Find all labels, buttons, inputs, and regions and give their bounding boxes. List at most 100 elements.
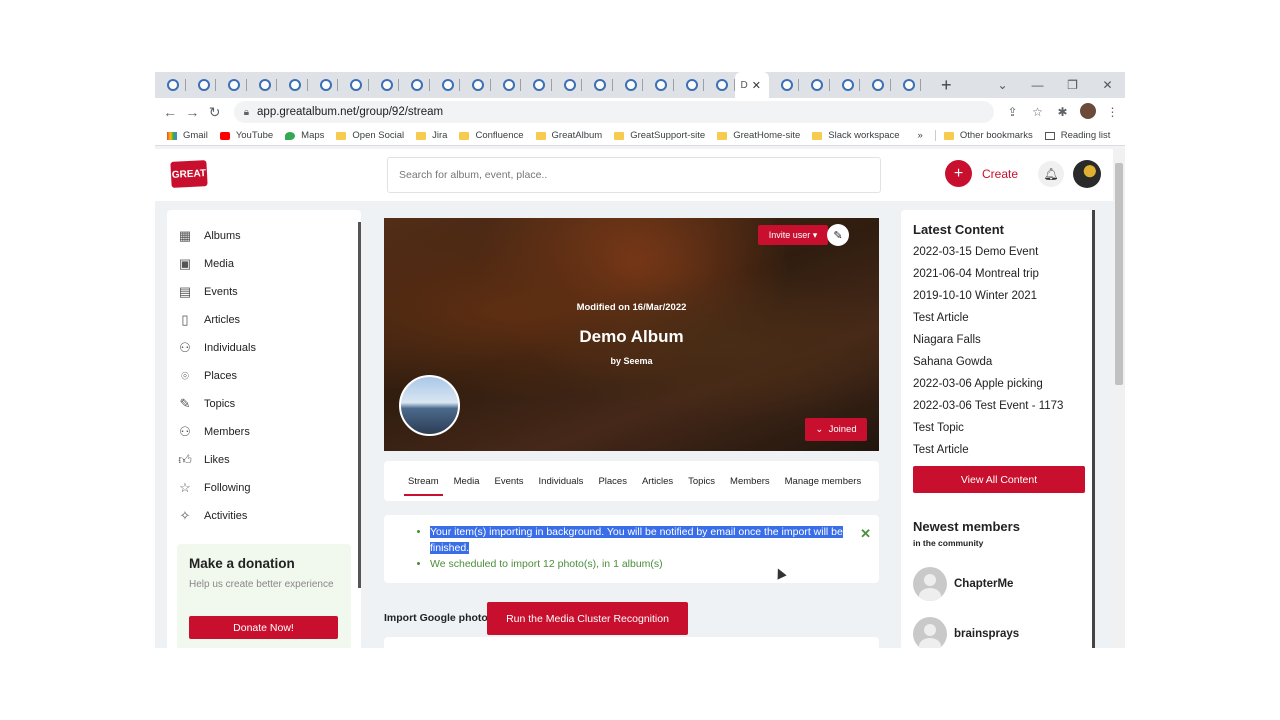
restore-icon[interactable]: ❐ (1055, 78, 1090, 92)
bookmark-open-social[interactable]: Open Social (336, 130, 404, 141)
bookmark-maps[interactable]: Maps (285, 130, 324, 141)
bookmark-star-icon[interactable]: ☆ (1025, 105, 1050, 119)
bookmark-greatalbum[interactable]: GreatAlbum (535, 130, 602, 141)
view-all-content-button[interactable]: View All Content (913, 466, 1085, 493)
page-scrollbar[interactable] (1113, 149, 1125, 648)
browser-tab-active[interactable]: D ✕ (734, 72, 769, 98)
tab-individuals[interactable]: Individuals (539, 476, 584, 487)
sidebar-item-articles[interactable]: ▯ Articles (177, 310, 240, 330)
latest-item[interactable]: 2019-10-10 Winter 2021 (913, 290, 1037, 302)
browser-tab[interactable] (643, 72, 674, 98)
browser-tab[interactable] (891, 72, 921, 98)
minimize-icon[interactable]: — (1020, 78, 1055, 92)
bookmark-youtube[interactable]: YouTube (219, 130, 273, 141)
tab-manage-members[interactable]: Manage members (785, 476, 862, 487)
browser-tab[interactable] (399, 72, 430, 98)
sidebar-item-events[interactable]: ▤ Events (177, 282, 238, 302)
member-item[interactable]: brainsprays (913, 617, 1019, 648)
browser-tab[interactable] (799, 72, 830, 98)
bookmark-confluence[interactable]: Confluence (459, 130, 524, 141)
tab-places[interactable]: Places (598, 476, 627, 487)
sidebar-item-members[interactable]: ⚇ Members (177, 422, 250, 442)
browser-tab[interactable] (860, 72, 891, 98)
browser-tab[interactable] (338, 72, 369, 98)
bookmark-gmail[interactable]: Gmail (167, 130, 208, 141)
sidebar-scrollbar[interactable] (358, 222, 361, 588)
run-cluster-recognition-button[interactable]: Run the Media Cluster Recognition (487, 602, 688, 635)
menu-icon[interactable]: ⋮ (1100, 105, 1125, 119)
forward-icon[interactable]: → (181, 104, 203, 120)
browser-tab[interactable] (552, 72, 582, 98)
browser-tab[interactable] (460, 72, 491, 98)
latest-item[interactable]: 2022-03-15 Demo Event (913, 246, 1038, 258)
reload-icon[interactable]: ↻ (203, 104, 225, 121)
latest-item[interactable]: Sahana Gowda (913, 356, 992, 368)
tab-media[interactable]: Media (454, 476, 480, 487)
browser-tab[interactable] (491, 72, 521, 98)
tab-members[interactable]: Members (730, 476, 770, 487)
sidebar-item-media[interactable]: ▣ Media (177, 254, 234, 274)
url-field[interactable]: 🔒︎ app.greatalbum.net/group/92/stream (233, 101, 995, 123)
joined-button[interactable]: ⌄ Joined (805, 418, 867, 441)
new-tab-icon[interactable]: + (941, 75, 952, 96)
donate-button[interactable]: Donate Now! (189, 616, 338, 639)
right-sidebar-scrollbar[interactable] (1092, 210, 1095, 648)
tab-stream[interactable]: Stream (404, 476, 443, 496)
tab-articles[interactable]: Articles (642, 476, 673, 487)
latest-item[interactable]: Test Article (913, 312, 969, 324)
sidebar-item-likes[interactable]: 👍︎ Likes (177, 450, 229, 470)
bookmark-other[interactable]: Other bookmarks (934, 130, 1033, 141)
latest-item[interactable]: Test Topic (913, 422, 964, 434)
close-window-icon[interactable]: ✕ (1090, 78, 1125, 92)
sidebar-item-activities[interactable]: ✧ Activities (177, 506, 248, 526)
browser-tab[interactable] (277, 72, 308, 98)
close-tab-icon[interactable]: ✕ (752, 79, 761, 92)
notification-bell-icon[interactable]: 🔔︎ (1038, 161, 1064, 187)
bookmark-jira[interactable]: Jira (416, 130, 447, 141)
latest-item[interactable]: Test Article (913, 444, 969, 456)
browser-tab[interactable] (308, 72, 338, 98)
browser-tab[interactable] (369, 72, 399, 98)
sidebar-item-topics[interactable]: ✎ Topics (177, 394, 236, 414)
browser-tab[interactable] (186, 72, 216, 98)
browser-tab[interactable] (613, 72, 643, 98)
edit-pencil-icon[interactable]: ✎ (827, 224, 849, 246)
browser-tab[interactable] (430, 72, 460, 98)
bookmark-greatsupport[interactable]: GreatSupport-site (614, 130, 705, 141)
invite-user-button[interactable]: Invite user ▾ (758, 225, 828, 245)
site-logo[interactable]: GREAT (170, 160, 208, 188)
scrollbar-thumb[interactable] (1115, 163, 1123, 385)
back-icon[interactable]: ← (159, 104, 181, 120)
sidebar-item-following[interactable]: ☆ Following (177, 478, 250, 498)
create-button[interactable]: + Create (945, 160, 1018, 187)
latest-item[interactable]: 2022-03-06 Apple picking (913, 378, 1043, 390)
user-avatar[interactable] (1073, 160, 1101, 188)
browser-tab[interactable] (247, 72, 277, 98)
tab-events[interactable]: Events (495, 476, 524, 487)
latest-item[interactable]: 2022-03-06 Test Event - 1173 (913, 400, 1063, 412)
sidebar-item-albums[interactable]: ▦ Albums (177, 226, 241, 246)
browser-tab[interactable] (216, 72, 247, 98)
share-icon[interactable]: ⇪ (1000, 105, 1025, 119)
extensions-icon[interactable]: ✱ (1050, 105, 1075, 119)
bookmark-greathome[interactable]: GreatHome-site (717, 130, 800, 141)
browser-tab[interactable] (769, 72, 799, 98)
bookmarks-overflow[interactable]: » (918, 130, 923, 141)
member-item[interactable]: ChapterMe (913, 567, 1013, 601)
browser-tab[interactable] (704, 72, 735, 98)
sidebar-item-places[interactable]: ⌾ Places (177, 366, 237, 386)
tab-search-icon[interactable]: ⌄ (985, 78, 1020, 92)
search-input[interactable]: Search for album, event, place.. (387, 157, 881, 193)
browser-tab[interactable] (155, 72, 186, 98)
latest-item[interactable]: Niagara Falls (913, 334, 981, 346)
profile-avatar[interactable] (1075, 102, 1100, 122)
bookmark-slack[interactable]: Slack workspace (812, 130, 900, 141)
browser-tab[interactable] (521, 72, 552, 98)
browser-tab[interactable] (830, 72, 860, 98)
browser-tab[interactable] (582, 72, 613, 98)
latest-item[interactable]: 2021-06-04 Montreal trip (913, 268, 1039, 280)
sidebar-item-individuals[interactable]: ⚇ Individuals (177, 338, 256, 358)
tab-topics[interactable]: Topics (688, 476, 715, 487)
browser-tab[interactable] (674, 72, 704, 98)
close-icon[interactable]: ✕ (860, 526, 871, 542)
